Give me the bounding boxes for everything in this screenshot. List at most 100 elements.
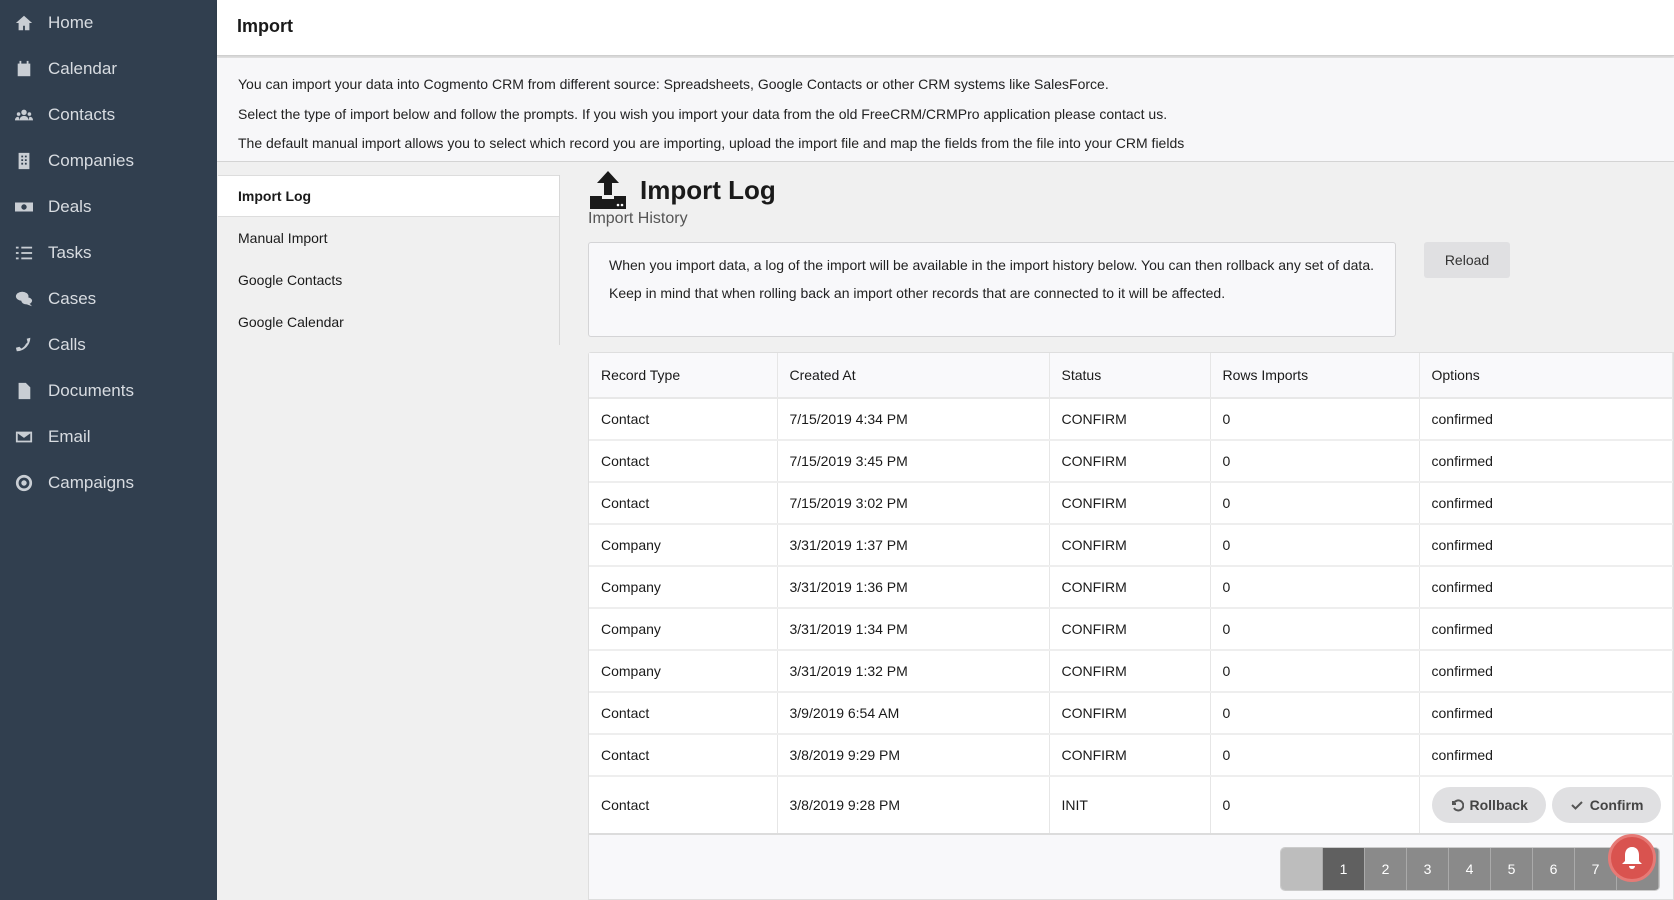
page-header: Import (217, 0, 1674, 56)
cell-rows-imports: 0 (1210, 776, 1420, 835)
page-button[interactable]: 3 (1407, 848, 1449, 890)
cell-created-at: 3/9/2019 6:54 AM (777, 692, 1050, 735)
intro-text: You can import your data into Cogmento C… (217, 58, 1674, 162)
sidebar-item-label: Documents (48, 381, 134, 400)
confirm-button[interactable]: Confirm (1551, 787, 1662, 823)
sidebar-item-companies[interactable]: Companies (0, 138, 217, 184)
cell-rows-imports: 0 (1210, 608, 1420, 651)
page-button[interactable]: 4 (1449, 848, 1491, 890)
column-header[interactable]: Record Type (589, 353, 778, 399)
page-title: Import (237, 16, 293, 36)
cell-status: CONFIRM (1049, 482, 1211, 525)
cell-rows-imports: 0 (1210, 734, 1420, 777)
intro-line: The default manual import allows you to … (238, 135, 1185, 151)
cell-rows-imports: 0 (1210, 650, 1420, 693)
tab-import-log[interactable]: Import Log (218, 175, 559, 217)
cell-created-at: 7/15/2019 3:45 PM (777, 440, 1050, 483)
tab-manual-import[interactable]: Manual Import (218, 217, 559, 259)
cell-created-at: 3/31/2019 1:36 PM (777, 566, 1050, 609)
sidebar-item-tasks[interactable]: Tasks (0, 230, 217, 276)
cell-created-at: 3/31/2019 1:37 PM (777, 524, 1050, 567)
calendar-icon (14, 59, 34, 79)
panel-subtitle: Import History (588, 210, 688, 227)
phone-icon (14, 335, 34, 355)
table-row: Company 3/31/2019 1:37 PM CONFIRM 0 confirme… (589, 524, 1673, 567)
cell-options: confirmed (1419, 482, 1673, 525)
sidebar-item-label: Deals (48, 197, 92, 216)
import-history-table: Record Type Created At Status Rows Impor… (588, 352, 1674, 900)
cell-created-at: 3/8/2019 9:29 PM (777, 734, 1050, 777)
info-box: When you import data, a log of the impor… (588, 242, 1396, 337)
rollback-button[interactable]: Rollback (1431, 787, 1546, 823)
reload-button[interactable]: Reload (1424, 242, 1510, 278)
column-header[interactable]: Rows Imports (1210, 353, 1420, 399)
sidebar-item-email[interactable]: Email (0, 414, 217, 460)
sidebar-item-contacts[interactable]: Contacts (0, 92, 217, 138)
cell-created-at: 3/31/2019 1:34 PM (777, 608, 1050, 651)
cell-created-at: 3/8/2019 9:28 PM (777, 776, 1050, 835)
sidebar-item-deals[interactable]: Deals (0, 184, 217, 230)
rollback-label: Rollback (1469, 797, 1528, 813)
comments-icon (14, 289, 34, 309)
table-row: Contact 3/8/2019 9:28 PM INIT 0 Rollback… (589, 776, 1673, 835)
check-icon (1571, 801, 1583, 810)
sidebar-item-label: Cases (48, 289, 97, 308)
page-button[interactable]: 5 (1491, 848, 1533, 890)
sidebar-item-label: Tasks (48, 243, 92, 262)
cell-status: CONFIRM (1049, 398, 1211, 441)
envelope-icon (14, 427, 34, 447)
tasks-icon (14, 243, 34, 263)
tab-google-calendar[interactable]: Google Calendar (218, 301, 559, 343)
cell-record-type: Contact (589, 440, 778, 483)
cell-rows-imports: 0 (1210, 524, 1420, 567)
sidebar-item-cases[interactable]: Cases (0, 276, 217, 322)
upload-icon (590, 171, 626, 209)
sidebar-item-label: Contacts (48, 105, 116, 124)
cell-status: CONFIRM (1049, 734, 1211, 777)
cell-created-at: 3/31/2019 1:32 PM (777, 650, 1050, 693)
sidebar-item-campaigns[interactable]: Campaigns (0, 460, 217, 506)
notification-button[interactable] (1608, 834, 1656, 882)
sidebar-item-label: Calls (48, 335, 86, 354)
column-header[interactable]: Status (1049, 353, 1211, 399)
tab-google-contacts[interactable]: Google Contacts (218, 259, 559, 301)
home-icon (14, 13, 34, 33)
import-type-tabs: Import Log Manual Import Google Contacts… (218, 175, 560, 345)
cell-options: confirmed (1419, 398, 1673, 441)
sidebar-item-documents[interactable]: Documents (0, 368, 217, 414)
cell-options: confirmed (1419, 734, 1673, 777)
sidebar-item-calendar[interactable]: Calendar (0, 46, 217, 92)
cell-created-at: 7/15/2019 3:02 PM (777, 482, 1050, 525)
file-icon (14, 381, 34, 401)
cell-options: Rollback Confirm (1419, 776, 1673, 835)
prev-page-button[interactable] (1281, 848, 1323, 890)
pagination: 1 2 3 4 5 6 7 (1281, 848, 1659, 890)
page-button[interactable]: 6 (1533, 848, 1575, 890)
table-row: Contact 3/9/2019 6:54 AM CONFIRM 0 confirmed (589, 692, 1673, 735)
cell-status: CONFIRM (1049, 650, 1211, 693)
cell-record-type: Company (589, 650, 778, 693)
table-header-row: Record Type Created At Status Rows Impor… (589, 353, 1673, 399)
cell-options: confirmed (1419, 650, 1673, 693)
sidebar-item-calls[interactable]: Calls (0, 322, 217, 368)
table-row: Company 3/31/2019 1:36 PM CONFIRM 0 confirme… (589, 566, 1673, 609)
page-button[interactable]: 1 (1323, 848, 1365, 890)
cell-status: CONFIRM (1049, 524, 1211, 567)
cell-options: confirmed (1419, 608, 1673, 651)
table-row: Contact 7/15/2019 4:34 PM CONFIRM 0 confirme… (589, 398, 1673, 441)
cell-record-type: Contact (589, 398, 778, 441)
sidebar-item-label: Email (48, 427, 91, 446)
cell-record-type: Contact (589, 734, 778, 777)
page-button[interactable]: 2 (1365, 848, 1407, 890)
panel-title: Import Log (640, 174, 776, 205)
intro-line: Select the type of import below and foll… (238, 105, 1168, 122)
bell-icon (1622, 847, 1642, 869)
column-header[interactable]: Created At (777, 353, 1050, 399)
cell-rows-imports: 0 (1210, 566, 1420, 609)
table-row: Contact 7/15/2019 3:02 PM CONFIRM 0 confirme… (589, 482, 1673, 525)
sidebar-item-home[interactable]: Home (0, 0, 217, 46)
money-icon (14, 197, 34, 217)
column-header[interactable]: Options (1419, 353, 1673, 399)
cell-options: confirmed (1419, 692, 1673, 735)
cell-options: confirmed (1419, 440, 1673, 483)
